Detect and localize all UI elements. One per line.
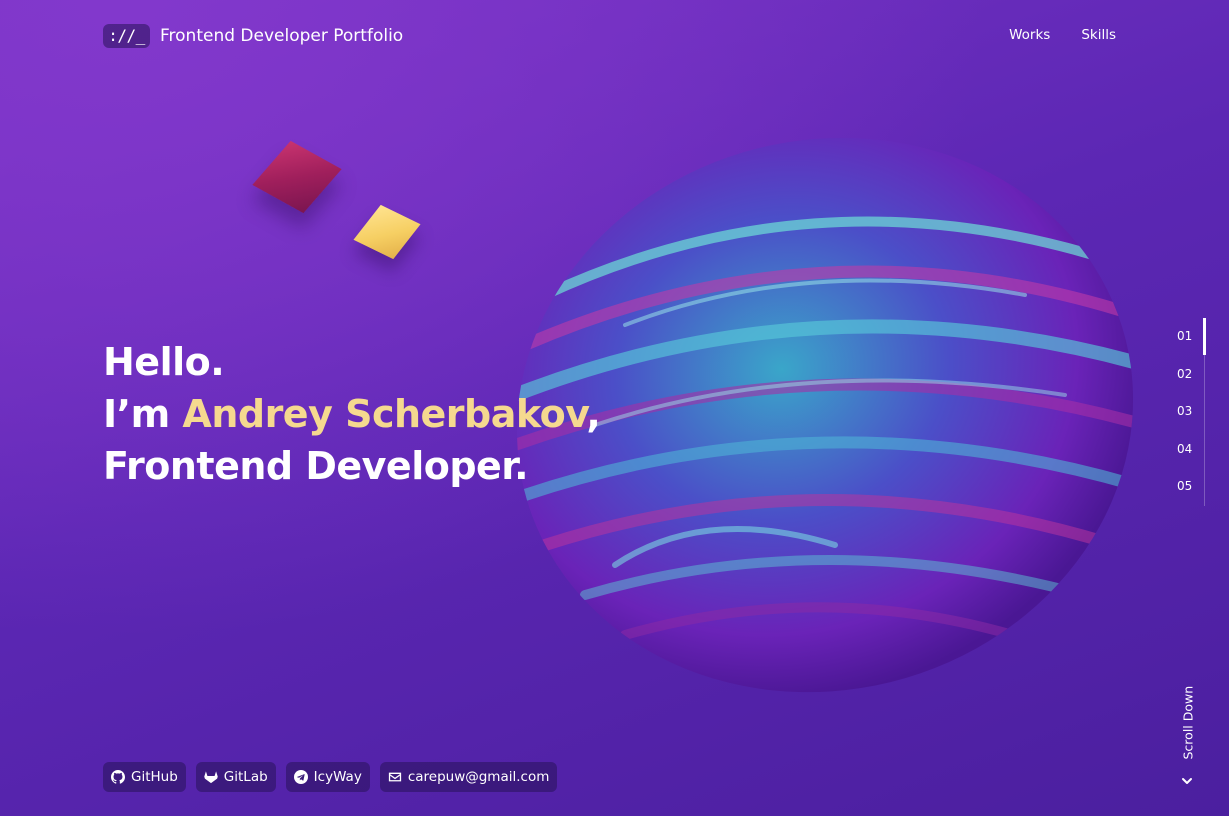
mail-icon: [388, 772, 401, 782]
section-link-01[interactable]: 01: [1174, 318, 1206, 356]
scroll-down-label[interactable]: Scroll Down: [1181, 686, 1196, 760]
section-link-04[interactable]: 04: [1174, 431, 1204, 469]
section-link-05[interactable]: 05: [1174, 468, 1204, 506]
gitlab-link-label: GitLab: [223, 769, 268, 785]
github-icon: [111, 770, 125, 784]
github-link-label: GitHub: [131, 769, 178, 785]
main-nav: Works Skills: [1009, 27, 1116, 43]
gitlab-link[interactable]: GitLab: [195, 762, 276, 792]
hero-name-line: I’m Andrey Scherbakov,: [103, 388, 601, 440]
nav-link-skills[interactable]: Skills: [1081, 27, 1116, 43]
hero-name: Andrey Scherbakov: [182, 392, 587, 436]
social-links: GitHub GitLab IcyWay carepuw@gmail.com: [103, 762, 558, 792]
decorative-red-octahedron: [252, 140, 342, 214]
hero-greeting: Hello.: [103, 340, 225, 384]
hero-comma: ,: [586, 392, 601, 436]
email-link[interactable]: carepuw@gmail.com: [379, 762, 558, 792]
section-pagination: 01 02 03 04 05: [1174, 318, 1206, 506]
icyway-link-label: IcyWay: [313, 769, 362, 785]
icyway-link[interactable]: IcyWay: [285, 762, 370, 792]
section-link-02[interactable]: 02: [1174, 356, 1204, 394]
email-link-label: carepuw@gmail.com: [407, 769, 550, 785]
decorative-yellow-octahedron: [353, 204, 421, 260]
github-link[interactable]: GitHub: [103, 762, 186, 792]
telegram-icon: [293, 770, 308, 784]
section-link-03[interactable]: 03: [1174, 393, 1204, 431]
swirl-sphere-illustration: [508, 137, 1145, 693]
hero-role: Frontend Developer.: [103, 444, 529, 488]
hero-heading: Hello. I’m Andrey Scherbakov, Frontend D…: [103, 336, 601, 492]
nav-link-works[interactable]: Works: [1009, 27, 1050, 43]
logo-badge[interactable]: ://_: [103, 24, 150, 48]
site-title[interactable]: Frontend Developer Portfolio: [160, 25, 403, 47]
gitlab-icon: [204, 771, 218, 784]
hero-intro: I’m: [103, 392, 183, 436]
chevron-down-icon[interactable]: [1180, 774, 1194, 788]
